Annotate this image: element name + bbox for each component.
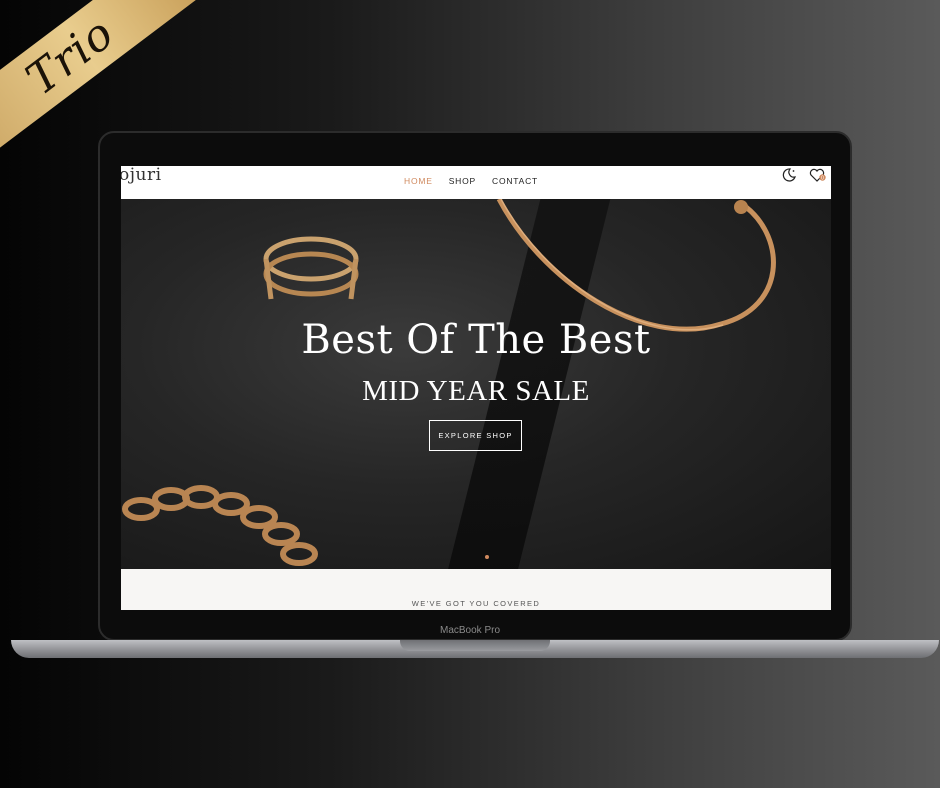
nav-contact[interactable]: CONTACT xyxy=(492,176,538,186)
device-label: MacBook Pro xyxy=(439,625,501,636)
hero-title: Best Of The Best xyxy=(301,317,651,363)
lower-section: WE'VE GOT YOU COVERED xyxy=(121,569,831,610)
hero-subtitle: MID YEAR SALE xyxy=(362,375,590,407)
hero-banner: Best Of The Best MID YEAR SALE EXPLORE S… xyxy=(121,199,831,569)
slider-dot[interactable] xyxy=(485,555,489,559)
moon-icon[interactable] xyxy=(781,167,797,183)
wishlist-icon[interactable]: 0 xyxy=(809,167,827,183)
website-screen: ojuri HOME SHOP CONTACT 0 Best Of The Be… xyxy=(121,166,831,610)
site-logo[interactable]: ojuri xyxy=(121,166,162,185)
explore-shop-button[interactable]: EXPLORE SHOP xyxy=(429,420,522,451)
nav-home[interactable]: HOME xyxy=(404,176,433,186)
cart-count-badge: 0 xyxy=(821,175,824,181)
site-navbar: ojuri HOME SHOP CONTACT 0 xyxy=(121,166,831,199)
badge-text: Trio xyxy=(16,7,124,105)
main-nav: HOME SHOP CONTACT xyxy=(404,171,538,191)
nav-shop[interactable]: SHOP xyxy=(449,176,476,186)
section-tagline: WE'VE GOT YOU COVERED xyxy=(411,599,541,608)
laptop-notch xyxy=(400,640,550,651)
nav-icons: 0 xyxy=(781,167,827,183)
